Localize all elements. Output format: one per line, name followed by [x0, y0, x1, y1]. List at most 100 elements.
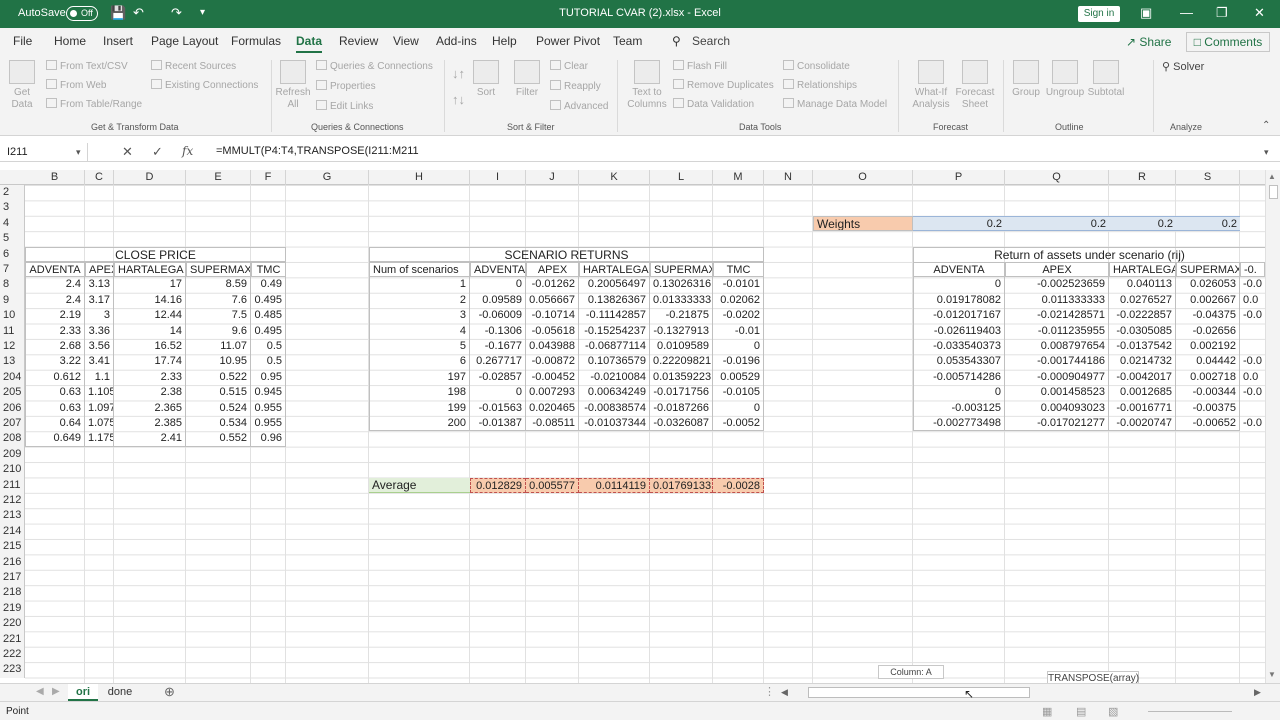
rij-cell-partial[interactable]: -0.0: [1240, 277, 1265, 292]
scenario-cell[interactable]: 0.10736579: [579, 354, 650, 370]
column-header-q[interactable]: Q: [1005, 170, 1109, 185]
tab-data[interactable]: Data: [296, 34, 323, 53]
rij-cell[interactable]: -0.0137542: [1109, 339, 1176, 355]
scenario-cell[interactable]: -0.02857: [470, 369, 526, 386]
scroll-down-icon[interactable]: ▼: [1268, 670, 1276, 679]
rij-cell[interactable]: 0.008797654: [1005, 339, 1109, 355]
from-text-csv-button[interactable]: From Text/CSV: [46, 60, 128, 72]
close-price-cell[interactable]: 2.4: [25, 277, 85, 293]
sort-za-icon[interactable]: ↑↓: [452, 92, 465, 107]
column-header-i[interactable]: I: [470, 170, 526, 185]
row-header[interactable]: 223: [0, 662, 25, 678]
scenario-cell[interactable]: 4: [369, 323, 470, 339]
tab-file[interactable]: File: [13, 34, 32, 48]
row-header[interactable]: 13: [0, 354, 25, 370]
column-header-l[interactable]: L: [650, 170, 713, 185]
sheet-tab-done[interactable]: done: [104, 684, 136, 701]
rij-cell[interactable]: -0.04375: [1176, 308, 1240, 324]
rij-cell[interactable]: 0: [913, 277, 1005, 293]
rij-cell[interactable]: 0.026053: [1176, 277, 1240, 293]
average-cell[interactable]: 0.012829: [470, 477, 526, 493]
row-header[interactable]: 214: [0, 523, 25, 540]
close-price-cell[interactable]: 0.945: [251, 385, 286, 401]
column-header-d[interactable]: D: [114, 170, 186, 185]
weight-cell[interactable]: 0.2: [1176, 215, 1240, 232]
rij-cell[interactable]: -0.00375: [1176, 400, 1240, 416]
row-header[interactable]: 219: [0, 600, 25, 617]
zoom-slider[interactable]: [1148, 711, 1232, 712]
clear-button[interactable]: Clear: [550, 60, 588, 72]
weight-cell[interactable]: 0.2: [913, 215, 1005, 232]
close-price-cell[interactable]: 7.6: [186, 292, 251, 309]
text-to-columns-button[interactable]: Text to Columns: [624, 60, 670, 111]
rij-cell[interactable]: -0.00652: [1176, 416, 1240, 432]
scenario-cell[interactable]: 199: [369, 400, 470, 416]
close-price-cell[interactable]: 0.95: [251, 369, 286, 386]
refresh-all-button[interactable]: Refresh All: [275, 60, 311, 111]
scenario-header[interactable]: ADVENTA: [470, 262, 526, 278]
tab-team[interactable]: Team: [613, 34, 642, 48]
row-header[interactable]: 7: [0, 262, 25, 278]
rij-cell-partial[interactable]: [1240, 339, 1265, 354]
column-header-g[interactable]: G: [286, 170, 369, 185]
scenario-cell[interactable]: -0.0326087: [650, 416, 713, 432]
row-header[interactable]: 217: [0, 570, 25, 586]
row-header[interactable]: 213: [0, 508, 25, 524]
rij-cell-partial[interactable]: -0.0: [1240, 354, 1265, 369]
rij-cell[interactable]: -0.0020747: [1109, 416, 1176, 432]
close-icon[interactable]: ✕: [1254, 5, 1265, 21]
close-price-cell[interactable]: 3.41: [85, 354, 114, 370]
scenario-cell[interactable]: -0.0052: [713, 416, 764, 432]
restore-icon[interactable]: ❐: [1216, 5, 1228, 21]
scenario-cell[interactable]: 198: [369, 385, 470, 401]
row-header[interactable]: 210: [0, 462, 25, 478]
scenario-cell[interactable]: 200: [369, 416, 470, 432]
scenario-cell[interactable]: -0.21875: [650, 308, 713, 324]
queries-connections-button[interactable]: Queries & Connections: [316, 60, 433, 72]
tab-add-ins[interactable]: Add-ins: [436, 34, 477, 48]
normal-view-icon[interactable]: ▦: [1042, 705, 1052, 718]
close-price-cell[interactable]: 0.64: [25, 416, 85, 432]
close-price-cell[interactable]: 10.95: [186, 354, 251, 370]
tab-power-pivot[interactable]: Power Pivot: [536, 34, 600, 48]
scenario-cell[interactable]: 0.00634249: [579, 385, 650, 401]
column-header-k[interactable]: K: [579, 170, 650, 185]
rij-cell-partial[interactable]: [1240, 324, 1265, 339]
close-price-cell[interactable]: 0.495: [251, 323, 286, 339]
row-header[interactable]: 10: [0, 308, 25, 324]
close-price-cell[interactable]: 3.17: [85, 292, 114, 309]
filter-button[interactable]: Filter: [512, 60, 542, 99]
close-price-header[interactable]: ADVENTA: [25, 262, 85, 278]
reapply-button[interactable]: Reapply: [550, 80, 601, 92]
rij-cell-partial[interactable]: -0.0: [1240, 416, 1265, 431]
close-price-cell[interactable]: 0.552: [186, 431, 251, 447]
scenario-cell[interactable]: 0.00529: [713, 369, 764, 386]
rij-cell[interactable]: 0.0276527: [1109, 292, 1176, 309]
rij-cell[interactable]: 0.011333333: [1005, 292, 1109, 309]
scenario-cell[interactable]: -0.1677: [470, 339, 526, 355]
scenario-header[interactable]: Num of scenarios: [369, 262, 470, 278]
from-web-button[interactable]: From Web: [46, 79, 107, 91]
rij-header-partial[interactable]: -0.: [1240, 262, 1265, 278]
row-header[interactable]: 6: [0, 246, 25, 262]
close-price-cell[interactable]: 1.1: [85, 369, 114, 386]
scenario-cell[interactable]: 0.020465: [526, 400, 579, 416]
rij-cell[interactable]: 0.0214732: [1109, 354, 1176, 370]
ribbon-display-icon[interactable]: ▣: [1140, 5, 1152, 21]
scenario-cell[interactable]: -0.01: [713, 323, 764, 339]
rij-cell-partial[interactable]: [1240, 401, 1265, 416]
rij-cell[interactable]: -0.0042017: [1109, 369, 1176, 386]
ungroup-button[interactable]: Ungroup: [1045, 60, 1085, 99]
scroll-up-icon[interactable]: ▲: [1268, 172, 1276, 181]
scenario-cell[interactable]: 0.043988: [526, 339, 579, 355]
scenario-cell[interactable]: 0.20056497: [579, 277, 650, 293]
rij-cell[interactable]: -0.001744186: [1005, 354, 1109, 370]
row-header[interactable]: 221: [0, 631, 25, 647]
scenario-header[interactable]: APEX: [526, 262, 579, 278]
properties-button[interactable]: Properties: [316, 80, 376, 92]
weight-cell[interactable]: 0.2: [1005, 215, 1109, 232]
scenario-cell[interactable]: -0.0171756: [650, 385, 713, 401]
scenario-cell[interactable]: -0.06877114: [579, 339, 650, 355]
rij-cell[interactable]: -0.02656: [1176, 323, 1240, 339]
rij-cell-partial[interactable]: -0.0: [1240, 385, 1265, 400]
